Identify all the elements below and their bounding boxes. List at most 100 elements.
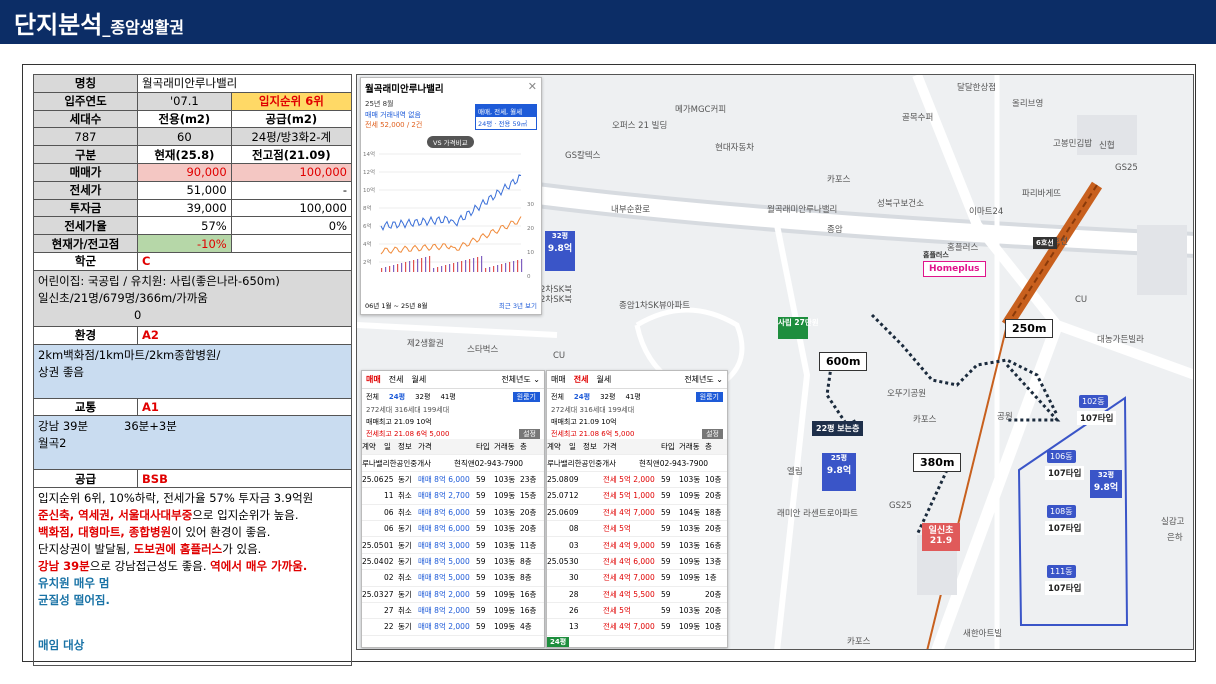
price-marker-32[interactable]: 32평 9.8억 — [545, 231, 575, 271]
deal-row[interactable]: 25.04 02 동기 매매 8억 5,000 59 103동 8층 — [362, 554, 544, 571]
view-button[interactable]: 원룸기 — [695, 392, 723, 402]
chart-filter[interactable]: 매매, 전세, 월세 24평 · 전용 59㎡ — [475, 104, 537, 130]
traffic-grade: A1 — [137, 397, 352, 417]
setting-button[interactable]: 설정 — [519, 429, 540, 439]
deal-row[interactable]: 22 동기 매매 8억 2,000 59 109동 4층 — [362, 619, 544, 636]
dong-106[interactable]: 106동 — [1047, 450, 1076, 463]
deal-header-row: 계약 일 정보 가격 타입 거래동 층 — [362, 439, 544, 456]
cur-label: 현재(25.8) — [137, 145, 232, 164]
dong-111[interactable]: 111동 — [1047, 565, 1076, 578]
deal-row[interactable]: 25.05 30 전세 4억 6,000 59 109동 13층 — [547, 554, 727, 571]
setting-button[interactable]: 설정 — [702, 429, 723, 439]
size-tab[interactable]: 32평 — [415, 392, 430, 402]
deal-row[interactable]: 08 전세 5억 59 103동 20층 — [547, 521, 727, 538]
elementary-school-marker[interactable]: 일신초 21.9 — [922, 523, 960, 551]
env-label: 환경 — [32, 325, 139, 345]
recent-3y-button[interactable]: 최근 3년 보기 — [499, 300, 537, 310]
deal-row[interactable]: 06 취소 매매 8억 6,000 59 103동 20층 — [362, 505, 544, 521]
units-label: 세대수 — [32, 109, 139, 129]
map-place-label: 오퍼스 21 빌딩 — [612, 121, 668, 131]
map-place-label: 스타벅스 — [467, 345, 499, 355]
deal-row[interactable]: 25.06 25 동기 매매 8억 6,000 59 103동 23층 — [362, 472, 544, 489]
map-view[interactable]: 달달한상점 올리브영 메가MGC커피 골목수퍼 오퍼스 21 빌딩 고봉민김밥 신협 현대자동… — [356, 74, 1194, 650]
volume-bar — [489, 267, 491, 272]
deal-tab[interactable]: 전세 — [389, 374, 404, 385]
summary-line1: 입지순위 6위, 10%하락, 전세가율 57% 투자금 3.9억원 — [38, 491, 314, 506]
deal-row[interactable]: 02 취소 매매 8억 5,000 59 103동 8층 — [362, 570, 544, 587]
homeplus-label[interactable]: Homeplus — [923, 261, 986, 277]
view-button[interactable]: 원룸기 — [512, 392, 540, 402]
sale-peak: 100,000 — [230, 162, 353, 182]
size-tab[interactable]: 32평 — [600, 392, 615, 402]
map-place-label: CU — [1075, 295, 1088, 305]
latest-line: 전세최고 21.08 6억 5,000 설정 — [362, 429, 544, 439]
deal-row[interactable]: 06 동기 매매 8억 6,000 59 103동 20층 — [362, 521, 544, 538]
deal-row[interactable]: 25.05 01 동기 매매 8억 3,000 59 103동 11층 — [362, 537, 544, 554]
ratio-cur: 57% — [137, 216, 232, 236]
map-place-label: 골목수퍼 — [902, 113, 934, 123]
volume-bar — [449, 264, 451, 272]
close-icon[interactable]: ✕ — [528, 80, 537, 93]
deal-row[interactable]: 28 전세 4억 5,500 59 20층 — [547, 587, 727, 603]
supply-sec-label: 공급 — [32, 469, 139, 489]
sale-label: 매매가 — [32, 162, 139, 182]
map-place-label: GS칼텍스 — [565, 151, 601, 161]
size-tab[interactable]: 41평 — [440, 392, 455, 402]
year-value: '07.1 — [137, 91, 232, 111]
supply-value: 24평/방3화2-계 — [230, 127, 353, 147]
summary-line4: 단지상권이 발달됨, 도보권에 홈플러스가 있음. — [38, 542, 262, 557]
dong-108[interactable]: 108동 — [1047, 505, 1076, 518]
deal-tab[interactable]: 매매 — [366, 374, 381, 385]
deal-tab[interactable]: 월세 — [596, 374, 611, 385]
chart-range: 06년 1월 ~ 25년 8월 — [365, 302, 428, 310]
deal-row[interactable]: 11 취소 매매 8억 2,700 59 109동 15층 — [362, 488, 544, 505]
volume-bar — [513, 261, 515, 272]
map-place-label: 홈플러스 — [947, 243, 979, 253]
size-tab[interactable]: 24평 — [389, 392, 405, 402]
kindergarten-marker[interactable]: 사립 27만원 — [778, 317, 819, 339]
volume-bar — [405, 262, 407, 272]
period-select[interactable]: 전체년도 ⌄ — [501, 374, 540, 385]
size-tab[interactable]: 전체 — [366, 392, 379, 402]
size-counts: 272세대 316세대 199세대 — [551, 406, 635, 414]
deal-row[interactable]: 25.06 09 전세 4억 7,000 59 104동 18층 — [547, 505, 727, 521]
y2-tick-label: 30 — [527, 202, 534, 208]
deal-row[interactable]: 25.07 12 전세 5억 1,000 59 109동 20층 — [547, 488, 727, 505]
y2-tick-label: 10 — [527, 250, 534, 256]
summary-line3: 백화점, 대형마트, 종합병원이 있어 환경이 좋음. — [38, 525, 271, 540]
volume-bar — [413, 260, 415, 272]
size-tab[interactable]: 41평 — [625, 392, 640, 402]
size-counts: 272세대 316세대 199세대 — [366, 406, 450, 414]
map-place-label: 카포스 — [827, 175, 851, 185]
volume-bar — [397, 264, 399, 272]
deal-row[interactable]: 25.03 27 동기 매매 8억 2,000 59 109동 16층 — [362, 587, 544, 603]
deal-row[interactable]: 13 전세 4억 7,000 59 109동 10층 — [547, 619, 727, 636]
price-marker-25[interactable]: 25평 9.8억 — [822, 453, 856, 491]
page-title: 단지분석_종암생활권 — [14, 11, 184, 39]
map-place-label: 월곡래미안루나밸리 — [767, 205, 838, 215]
deal-tab[interactable]: 월세 — [411, 374, 426, 385]
deal-row[interactable]: 30 전세 4억 7,000 59 109동 1층 — [547, 570, 727, 587]
map-place-label: 성북구보건소 — [877, 199, 924, 209]
deal-row[interactable]: 25.08 09 전세 5억 2,000 59 103동 10층 — [547, 472, 727, 489]
volume-bar — [481, 256, 483, 272]
traffic-label: 교통 — [32, 397, 139, 417]
size-tab[interactable]: 24평 — [574, 392, 590, 402]
summary-line8: 매임 대상 — [38, 638, 85, 653]
deal-tab[interactable]: 매매 — [551, 374, 566, 385]
deal-tab[interactable]: 전세 — [574, 374, 589, 385]
size-tab[interactable]: 전체 — [551, 392, 564, 402]
jeonse-cur: 51,000 — [137, 180, 232, 200]
complex-price-marker[interactable]: 32평 9.8억 — [1090, 470, 1122, 498]
deal-row[interactable]: 03 전세 4억 9,000 59 103동 16층 — [547, 537, 727, 554]
vs-label: 현재가/전고점 — [32, 234, 139, 253]
dong-102[interactable]: 102동 — [1079, 395, 1108, 408]
y-tick-label: 8억 — [363, 204, 372, 212]
volume-bar — [385, 267, 387, 272]
deal-row[interactable]: 27 취소 매매 8억 2,000 59 109동 16층 — [362, 603, 544, 620]
map-place-label: GS25 — [889, 501, 912, 511]
period-select[interactable]: 전체년도 ⌄ — [684, 374, 723, 385]
deal-row[interactable]: 26 전세 5억 59 103동 20층 — [547, 603, 727, 620]
volume-bar — [465, 260, 467, 272]
rental-tag: 22평 보는층 — [812, 421, 864, 436]
